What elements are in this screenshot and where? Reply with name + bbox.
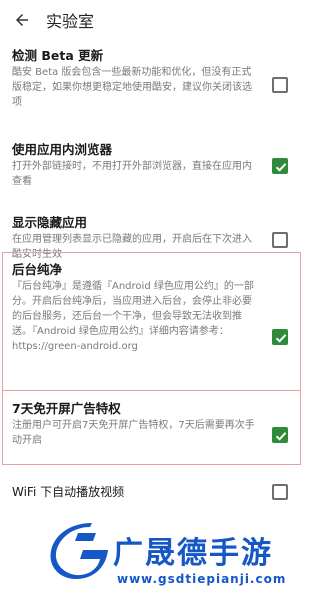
setting-description: 酷安 Beta 版会包含一些最新功能和优化，但没有正式版稳定，如果你想更稳定地使… (12, 67, 252, 108)
setting-description: 注册用户可开启7天免开屏广告特权，7天后需要再次手动开启 (12, 420, 255, 446)
page-title: 实验室 (46, 12, 95, 31)
ad-free-checkbox[interactable] (272, 427, 288, 443)
site-watermark: 广晟德手游 www.gsdtiepianji.com (0, 520, 304, 600)
watermark-logo-icon (50, 523, 108, 579)
setting-wifi-autoplay[interactable]: WiFi 下自动播放视频 (0, 484, 304, 514)
setting-ad-free-privilege[interactable]: 7天免开屏广告特权 注册用户可开启7天免开屏广告特权，7天后需要再次手动开启 (0, 401, 304, 461)
beta-update-checkbox[interactable] (272, 77, 288, 93)
wifi-autoplay-checkbox[interactable] (272, 484, 288, 500)
setting-title: 显示隐藏应用 (12, 215, 88, 230)
setting-title: 7天免开屏广告特权 (12, 401, 121, 416)
setting-title: 使用应用内浏览器 (12, 142, 113, 157)
back-button[interactable] (0, 0, 44, 40)
watermark-title: 广晟德手游 (113, 536, 273, 571)
check-icon (275, 432, 287, 441)
setting-beta-update[interactable]: 检测 Beta 更新 酷安 Beta 版会包含一些最新功能和优化，但没有正式版稳… (0, 48, 304, 118)
background-pure-checkbox[interactable] (272, 329, 288, 345)
check-icon (275, 163, 287, 172)
in-app-browser-checkbox[interactable] (272, 158, 288, 174)
top-app-bar: 实验室 (0, 0, 304, 40)
watermark-url: www.gsdtiepianji.com (117, 572, 287, 586)
setting-description: 『后台纯净』是遵循『Android 绿色应用公约』的一部分。开启后台纯净后，当应… (12, 281, 254, 352)
setting-title: WiFi 下自动播放视频 (12, 485, 125, 499)
setting-description: 打开外部链接时，不用打开外部浏览器，直接在应用内查看 (12, 161, 252, 187)
show-hidden-apps-checkbox[interactable] (272, 232, 288, 248)
setting-title: 检测 Beta 更新 (12, 48, 104, 63)
check-icon (275, 334, 287, 343)
setting-title: 后台纯净 (12, 262, 63, 277)
highlight-separator (2, 390, 301, 391)
arrow-back-icon (16, 14, 28, 26)
setting-background-pure[interactable]: 后台纯净 『后台纯净』是遵循『Android 绿色应用公约』的一部分。开启后台纯… (0, 262, 304, 382)
setting-in-app-browser[interactable]: 使用应用内浏览器 打开外部链接时，不用打开外部浏览器，直接在应用内查看 (0, 142, 304, 192)
